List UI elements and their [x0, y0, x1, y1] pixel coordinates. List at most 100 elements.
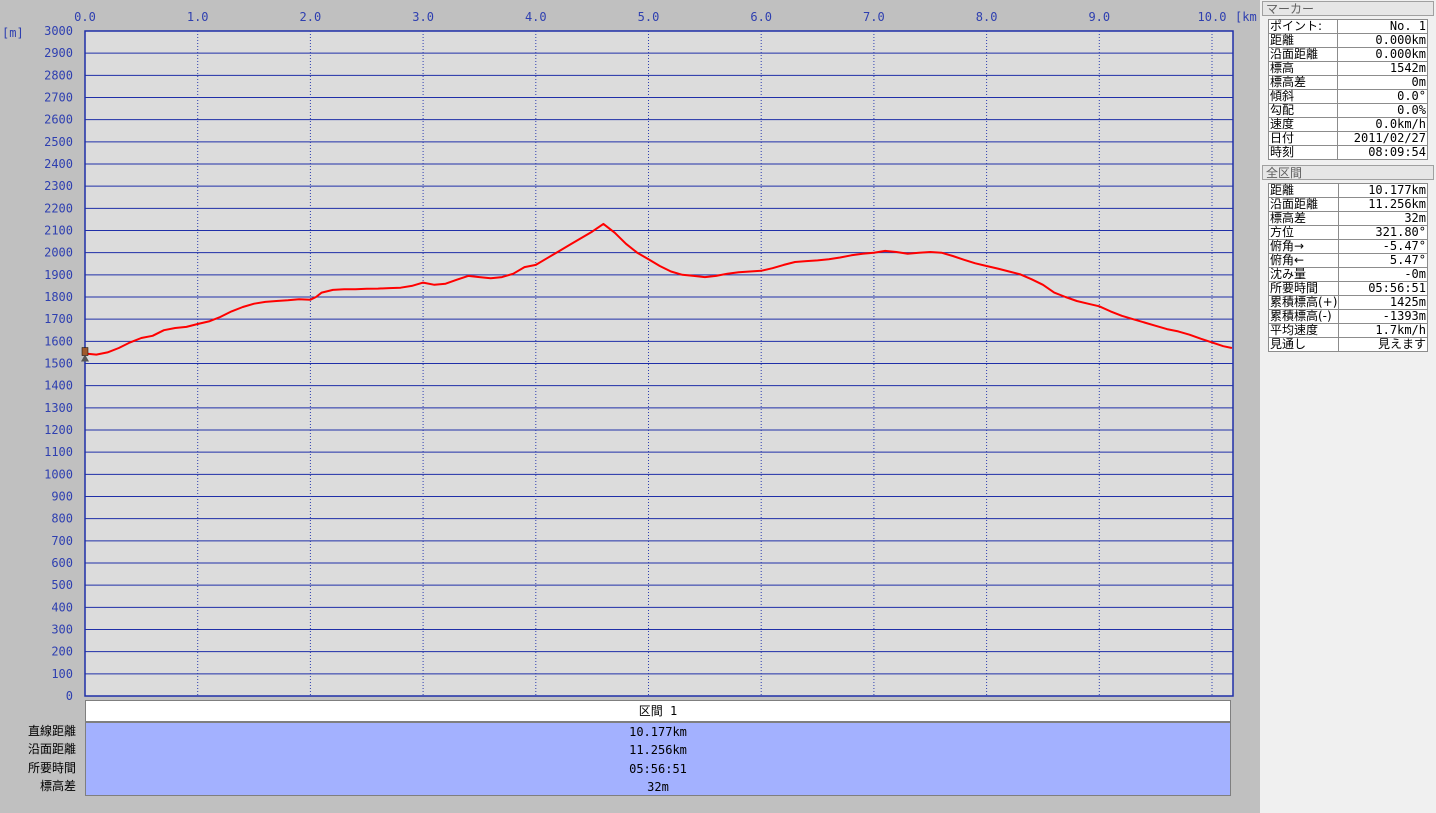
- marker-panel-title[interactable]: マーカー: [1262, 1, 1434, 16]
- info-row: 累積標高(+) 1425m: [1267, 295, 1428, 310]
- info-value: 11.256km: [1338, 197, 1428, 212]
- info-row: ポイント: No. 1: [1268, 19, 1428, 34]
- total-panel-title[interactable]: 全区間: [1262, 165, 1434, 180]
- info-key: 日付: [1268, 131, 1338, 146]
- info-row: 平均速度 1.7km/h: [1267, 323, 1428, 338]
- info-row: 距離 10.177km: [1267, 183, 1428, 198]
- info-value: 05:56:51: [1338, 281, 1428, 296]
- y-tick-label: 1100: [44, 445, 73, 459]
- y-tick-label: 1600: [44, 334, 73, 348]
- info-key: 累積標高(+): [1267, 295, 1340, 310]
- segment-label-duration: 所要時間: [27, 760, 76, 775]
- info-row: 沿面距離 11.256km: [1267, 197, 1428, 212]
- info-value: 0m: [1337, 75, 1428, 90]
- info-row: 俯角→ -5.47°: [1267, 239, 1428, 254]
- x-tick-label: 9.0: [1088, 10, 1110, 24]
- segment-values[interactable]: 10.177km 11.256km 05:56:51 32m: [85, 722, 1231, 796]
- info-row: 見通し 見えます: [1267, 337, 1428, 352]
- segment-value-elevation-diff: 32m: [647, 779, 669, 794]
- info-value: 0.0°: [1337, 89, 1428, 104]
- x-tick-label: 3.0: [412, 10, 434, 24]
- info-value: 321.80°: [1338, 225, 1428, 240]
- info-key: 方位: [1267, 225, 1340, 240]
- info-key: 勾配: [1268, 103, 1338, 118]
- info-row: 距離 0.000km: [1268, 33, 1428, 48]
- y-tick-label: 900: [51, 490, 73, 504]
- start-marker-icon[interactable]: [81, 347, 89, 356]
- x-tick-label: 6.0: [750, 10, 772, 24]
- info-row: 時刻 08:09:54: [1268, 145, 1428, 160]
- info-value: -5.47°: [1338, 239, 1428, 254]
- info-row: 速度 0.0km/h: [1268, 117, 1428, 132]
- info-key: 標高差: [1267, 211, 1340, 226]
- y-unit-label: [m]: [2, 26, 24, 40]
- info-value: 0.000km: [1337, 47, 1428, 62]
- y-tick-label: 2700: [44, 91, 73, 105]
- info-key: 平均速度: [1267, 323, 1340, 338]
- elevation-profile-svg[interactable]: [m] [km] 3000290028002700260025002400230…: [0, 0, 1258, 813]
- info-key: 俯角←: [1267, 253, 1340, 268]
- y-tick-label: 2600: [44, 113, 73, 127]
- y-tick-label: 800: [51, 512, 73, 526]
- y-tick-label: 1900: [44, 268, 73, 282]
- info-row: 所要時間 05:56:51: [1267, 281, 1428, 296]
- info-row: 沿面距離 0.000km: [1268, 47, 1428, 62]
- info-value: No. 1: [1337, 19, 1428, 34]
- info-value: 1.7km/h: [1338, 323, 1428, 338]
- segment-label-elevation-diff: 標高差: [39, 778, 76, 793]
- info-value: 10.177km: [1338, 183, 1428, 198]
- y-tick-label: 600: [51, 556, 73, 570]
- info-key: 俯角→: [1267, 239, 1340, 254]
- x-tick-label: 5.0: [638, 10, 660, 24]
- x-tick-label: 2.0: [300, 10, 322, 24]
- info-key: 累積標高(-): [1267, 309, 1340, 324]
- x-tick-label: 1.0: [187, 10, 209, 24]
- y-tick-label: 2100: [44, 224, 73, 238]
- segment-value-straight-distance: 10.177km: [629, 725, 687, 739]
- x-tick-label: 4.0: [525, 10, 547, 24]
- segment-value-duration: 05:56:51: [629, 761, 687, 776]
- x-tick-label: 7.0: [863, 10, 885, 24]
- info-key: 距離: [1268, 33, 1338, 48]
- y-tick-label: 1700: [44, 312, 73, 326]
- y-tick-label: 400: [51, 600, 73, 614]
- y-tick-label: 1500: [44, 357, 73, 371]
- info-value: 0.000km: [1337, 33, 1428, 48]
- info-key: 標高: [1268, 61, 1338, 76]
- info-key: 沿面距離: [1268, 47, 1338, 62]
- info-value: 08:09:54: [1337, 145, 1428, 160]
- marker-info-table: ポイント: No. 1 距離 0.000km 沿面距離 0.000km 標高 1542m 標高差…: [1268, 19, 1428, 160]
- info-key: 速度: [1268, 117, 1338, 132]
- total-info-table: 距離 10.177km 沿面距離 11.256km 標高差 32m 方位 321.80° 俯角→…: [1267, 183, 1428, 352]
- y-tick-label: 700: [51, 534, 73, 548]
- info-row: 標高 1542m: [1268, 61, 1428, 76]
- x-tick-label: 10.0: [1198, 10, 1227, 24]
- info-value: 2011/02/27: [1337, 131, 1428, 146]
- info-value: 0.0%: [1337, 103, 1428, 118]
- y-tick-label: 2500: [44, 135, 73, 149]
- info-value: 5.47°: [1338, 253, 1428, 268]
- y-tick-label: 3000: [44, 24, 73, 38]
- y-tick-label: 2000: [44, 246, 73, 260]
- info-key: ポイント:: [1268, 19, 1338, 34]
- info-row: 標高差 0m: [1268, 75, 1428, 90]
- info-row: 俯角← 5.47°: [1267, 253, 1428, 268]
- info-value: 1425m: [1338, 295, 1428, 310]
- info-row: 方位 321.80°: [1267, 225, 1428, 240]
- info-value: 32m: [1338, 211, 1428, 226]
- info-row: 標高差 32m: [1267, 211, 1428, 226]
- elevation-chart[interactable]: [m] [km] 3000290028002700260025002400230…: [0, 0, 1258, 813]
- info-key: 距離: [1267, 183, 1340, 198]
- y-tick-label: 1200: [44, 423, 73, 437]
- x-tick-label: 0.0: [74, 10, 96, 24]
- info-key: 時刻: [1268, 145, 1338, 160]
- y-tick-label: 300: [51, 623, 73, 637]
- segment-header[interactable]: 区間 1: [85, 700, 1231, 722]
- info-value: 見えます: [1338, 337, 1428, 352]
- info-value: -1393m: [1338, 309, 1428, 324]
- y-tick-label: 2900: [44, 46, 73, 60]
- info-key: 沈み量: [1267, 267, 1340, 282]
- y-tick-label: 2400: [44, 157, 73, 171]
- info-key: 沿面距離: [1267, 197, 1340, 212]
- info-key: 所要時間: [1267, 281, 1340, 296]
